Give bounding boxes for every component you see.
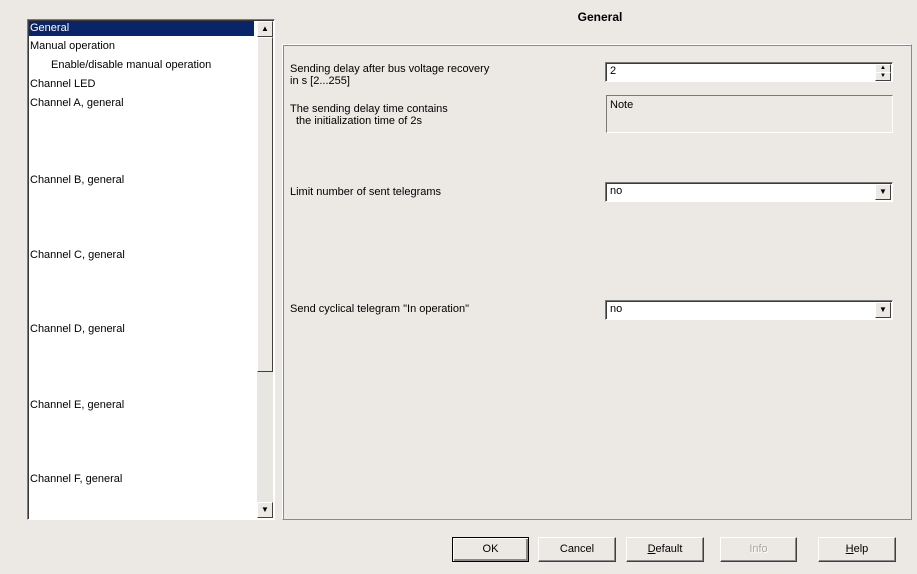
sending-delay-value: 2 — [610, 65, 617, 77]
tree-item-channel-e-general[interactable]: Channel E, general — [30, 398, 124, 413]
tree-item-channel-c-general[interactable]: Channel C, general — [30, 248, 125, 263]
help-label: elp — [853, 543, 869, 555]
cyclical-telegram-label: Send cyclical telegram "In operation" — [290, 303, 470, 315]
scrollbar-thumb[interactable] — [257, 37, 273, 372]
cyclical-telegram-select[interactable]: no ▼ — [605, 300, 893, 320]
page-title: General — [577, 10, 623, 24]
scroll-up-icon[interactable]: ▲ — [257, 21, 273, 37]
help-accel: H — [845, 543, 854, 555]
limit-telegrams-label: Limit number of sent telegrams — [290, 186, 442, 198]
chevron-down-icon[interactable]: ▼ — [875, 184, 891, 200]
note-label-line2: the initialization time of 2s — [296, 115, 422, 127]
parameter-tree[interactable]: General Manual operation Enable/disable … — [27, 19, 275, 520]
tree-item-enable-disable-manual-operation[interactable]: Enable/disable manual operation — [51, 58, 211, 73]
tree-item-channel-b-general[interactable]: Channel B, general — [30, 173, 124, 188]
default-button[interactable]: Default — [626, 537, 704, 562]
tree-item-general[interactable]: General — [29, 21, 254, 36]
default-label: efault — [655, 543, 683, 555]
tree-item-channel-a-general[interactable]: Channel A, general — [30, 96, 124, 111]
tree-item-channel-led[interactable]: Channel LED — [30, 77, 95, 92]
help-button[interactable]: Help — [818, 537, 896, 562]
tree-scrollbar[interactable]: ▲ ▼ — [257, 21, 273, 518]
tree-item-channel-f-general[interactable]: Channel F, general — [30, 472, 122, 487]
note-value: Note — [610, 99, 634, 111]
scroll-down-icon[interactable]: ▼ — [257, 502, 273, 518]
limit-telegrams-select[interactable]: no ▼ — [605, 182, 893, 202]
sending-delay-range-label: in s [2...255] — [290, 75, 350, 87]
info-button[interactable]: Info — [720, 537, 797, 562]
tree-item-channel-d-general[interactable]: Channel D, general — [30, 322, 125, 337]
limit-telegrams-value: no — [610, 185, 623, 197]
note-label-line1: The sending delay time contains — [290, 103, 448, 115]
cancel-button[interactable]: Cancel — [538, 537, 616, 562]
ok-button[interactable]: OK — [452, 537, 529, 562]
sending-delay-input[interactable]: 2 ▲ ▼ — [605, 62, 893, 82]
tree-item-manual-operation[interactable]: Manual operation — [30, 39, 115, 54]
default-accel: D — [647, 543, 656, 555]
sending-delay-label: Sending delay after bus voltage recovery — [290, 63, 490, 75]
spin-down-icon[interactable]: ▼ — [875, 72, 891, 81]
cyclical-telegram-value: no — [610, 303, 623, 315]
chevron-down-icon[interactable]: ▼ — [875, 302, 891, 318]
note-box: Note — [606, 95, 893, 133]
